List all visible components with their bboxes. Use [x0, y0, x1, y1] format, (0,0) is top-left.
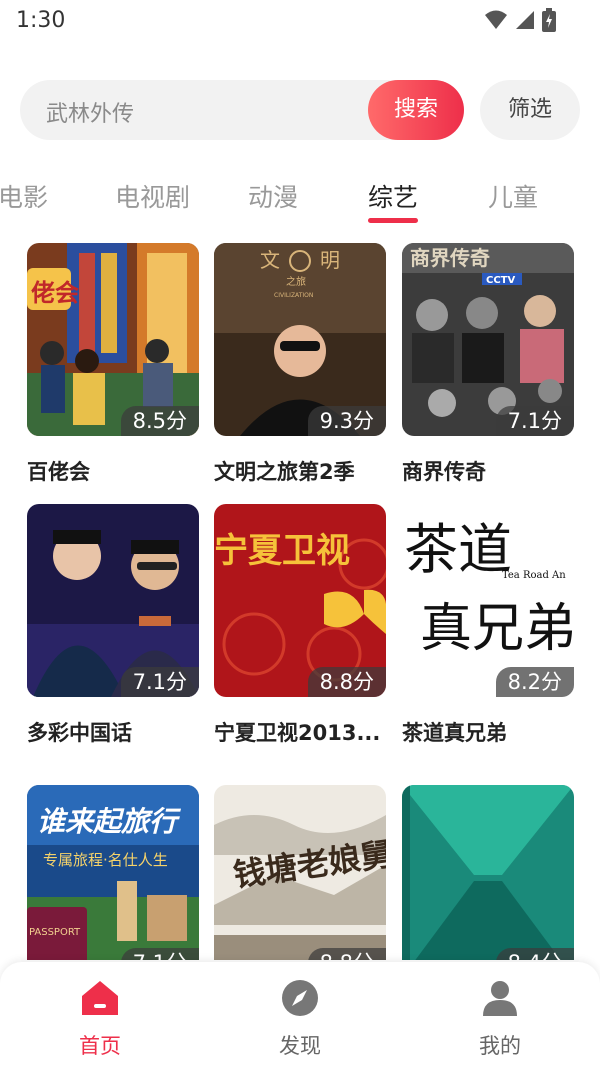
card-title: 百佬会 [27, 460, 90, 484]
score-badge: 7.1分 [120, 667, 199, 697]
poster-image[interactable]: 商界传奇 CCTV 7.1分 [402, 243, 574, 436]
score-badge: 8.5分 [120, 406, 199, 436]
poster-sub: 之旅 [286, 275, 306, 288]
poster-image[interactable]: 宁夏卫视 8.8分 [214, 504, 386, 697]
nav-label: 发现 [279, 1034, 321, 1058]
poster-image[interactable]: 茶道 真兄弟 Tea Road An 8.2分 [402, 504, 574, 697]
bottom-nav: 首页 发现 我的 [0, 962, 600, 1066]
poster-brand-1: 文 [260, 248, 280, 272]
content-grid: 佬会 8.5分 百佬会 文 明 之旅 CIVILIZATION 9.3分 文明之… [0, 0, 600, 960]
poster-channel-text: 宁夏卫视 [214, 531, 350, 571]
video-card[interactable]: 茶道 真兄弟 Tea Road An 8.2分 茶道真兄弟 [402, 504, 574, 747]
nav-home[interactable]: 首页 [40, 978, 160, 1060]
score-badge: 8.8分 [307, 948, 386, 960]
score-badge: 9.3分 [307, 406, 386, 436]
home-icon [82, 981, 118, 1015]
video-card[interactable]: 7.1分 多彩中国话 [27, 504, 199, 747]
video-card[interactable]: 8.4分 [402, 785, 574, 960]
video-card[interactable]: 文 明 之旅 CIVILIZATION 9.3分 文明之旅第2季 [214, 243, 386, 486]
score-badge: 8.8分 [307, 667, 386, 697]
video-card[interactable]: 商界传奇 CCTV 7.1分 商界传奇 [402, 243, 574, 486]
poster-image[interactable]: 8.4分 [402, 785, 574, 960]
card-title: 文明之旅第2季 [214, 460, 355, 484]
profile-icon [483, 981, 517, 1016]
poster-eng: Tea Road An [502, 570, 566, 581]
compass-icon [282, 980, 318, 1016]
poster-image[interactable]: 7.1分 [27, 504, 199, 697]
poster-art [402, 785, 574, 960]
poster-brand-2: 明 [320, 248, 340, 272]
score-badge: 7.1分 [495, 406, 574, 436]
video-card[interactable]: 宁夏卫视 8.8分 宁夏卫视2013... [214, 504, 386, 747]
poster-logo-text: 佬会 [31, 279, 79, 307]
nav-discover[interactable]: 发现 [240, 978, 360, 1060]
poster-brand: 商界传奇 [410, 246, 490, 270]
nav-profile[interactable]: 我的 [440, 978, 560, 1060]
poster-art: 钱塘老娘舅 [214, 785, 386, 960]
score-badge: 8.4分 [495, 948, 574, 960]
poster-sub-text: 专属旅程·名仕人生 [43, 851, 168, 869]
poster-channel: CCTV [486, 275, 515, 286]
card-title: 多彩中国话 [27, 721, 132, 745]
nav-label: 首页 [79, 1034, 121, 1058]
poster-eng: CIVILIZATION [274, 292, 313, 299]
video-card[interactable]: 钱塘老娘舅 8.8分 [214, 785, 386, 960]
card-title: 茶道真兄弟 [402, 721, 507, 745]
poster-art: 谁来起旅行 专属旅程·名仕人生 PASSPORT [27, 785, 199, 960]
score-badge: 7.1分 [120, 948, 199, 960]
poster-image[interactable]: 钱塘老娘舅 8.8分 [214, 785, 386, 960]
poster-image[interactable]: 文 明 之旅 CIVILIZATION 9.3分 [214, 243, 386, 436]
card-title: 商界传奇 [402, 460, 486, 484]
poster-title-text: 谁来起旅行 [37, 805, 182, 838]
nav-label: 我的 [479, 1034, 521, 1058]
poster-line-2: 真兄弟 [420, 599, 574, 659]
card-title: 宁夏卫视2013... [214, 721, 381, 745]
video-card[interactable]: 谁来起旅行 专属旅程·名仕人生 PASSPORT 7.1分 [27, 785, 199, 960]
poster-line-1: 茶道 [404, 518, 512, 581]
passport-text: PASSPORT [29, 927, 81, 938]
poster-image[interactable]: 谁来起旅行 专属旅程·名仕人生 PASSPORT 7.1分 [27, 785, 199, 960]
video-card[interactable]: 佬会 8.5分 百佬会 [27, 243, 199, 486]
score-badge: 8.2分 [495, 667, 574, 697]
poster-image[interactable]: 佬会 8.5分 [27, 243, 199, 436]
